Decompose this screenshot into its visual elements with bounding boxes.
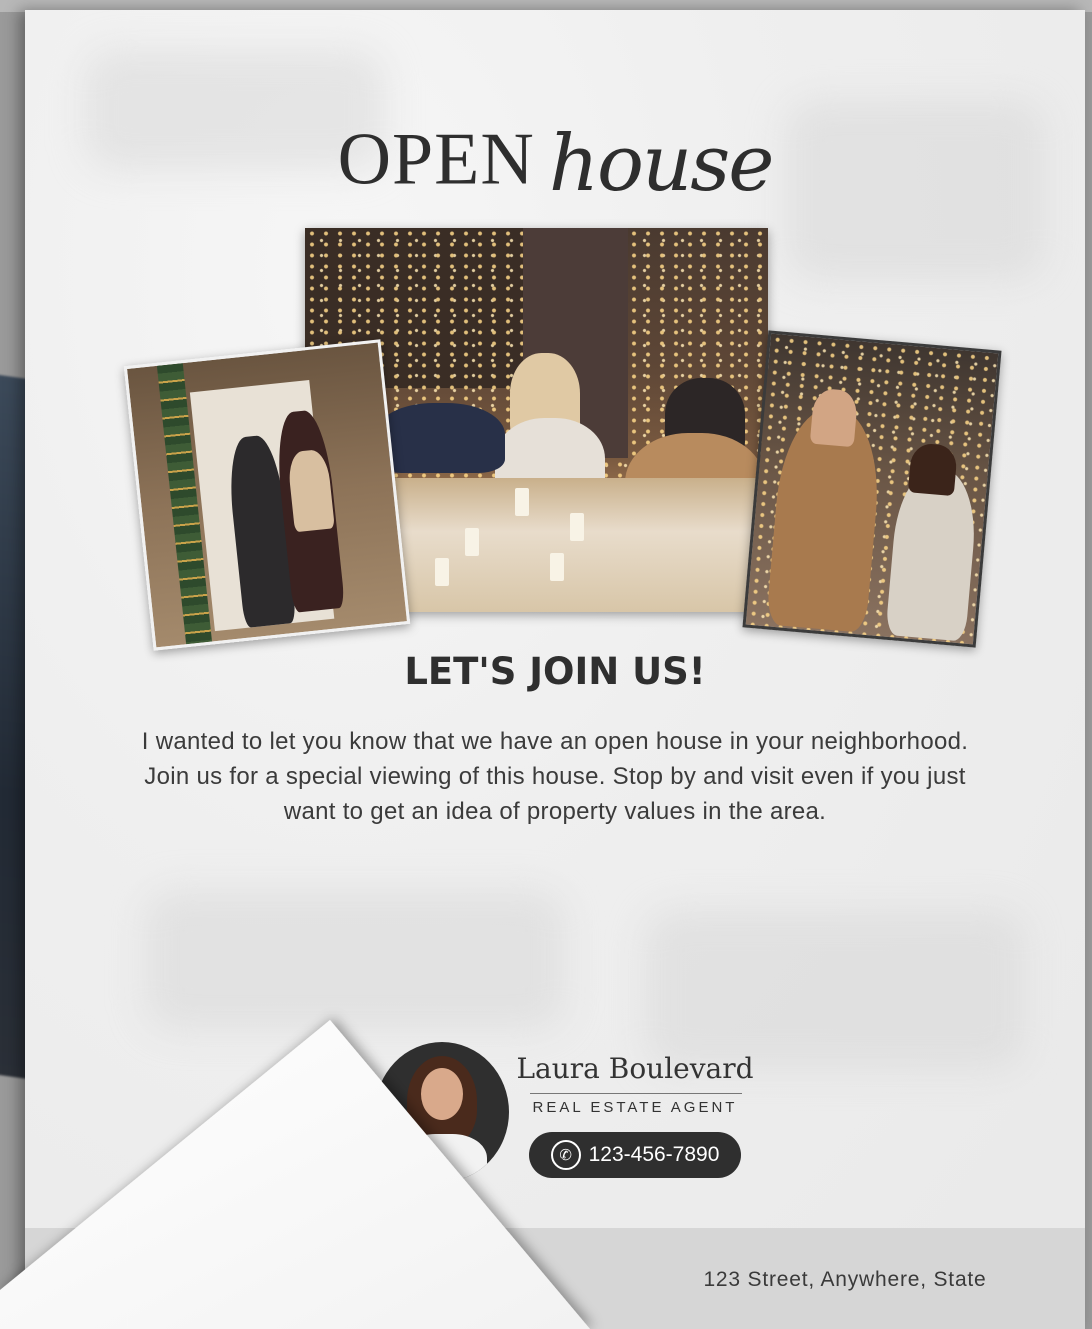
background-blur-shape: [145, 890, 565, 1030]
invitation-text: I wanted to let you know that we have an…: [141, 728, 969, 825]
photo-guest: [375, 403, 505, 473]
avatar-face: [421, 1068, 463, 1120]
agent-divider: [530, 1093, 742, 1094]
heading-open: OPEN: [337, 118, 535, 201]
doorway-greeting-photo: [123, 339, 411, 651]
background-blur-shape: [645, 910, 1025, 1070]
photo-guest: [809, 387, 859, 448]
candle: [570, 513, 584, 541]
heading-house-script: house: [548, 119, 775, 209]
candle: [465, 528, 479, 556]
agent-avatar: [375, 1042, 509, 1182]
open-house-flyer: OPEN house LET'S JOIN US! I wanted to let…: [25, 10, 1085, 1329]
address-text: 123 Street, Anywhere, State: [703, 1268, 987, 1291]
agent-name: Laura Boulevard: [516, 1052, 754, 1085]
avatar-shirt: [401, 1134, 487, 1182]
phone-number: 123-456-7890: [588, 1143, 720, 1166]
photo-guest: [907, 442, 959, 497]
flyer-heading: OPEN house: [25, 115, 1085, 210]
phone-icon: ✆: [550, 1140, 581, 1170]
phone-button[interactable]: ✆ 123-456-7890: [529, 1132, 741, 1178]
join-us-title: LET'S JOIN US!: [404, 650, 706, 693]
agent-title: REAL ESTATE AGENT: [532, 1099, 738, 1116]
candle: [515, 488, 529, 516]
candle: [550, 553, 564, 581]
guests-toast-photo: [742, 330, 1002, 648]
candle: [435, 558, 449, 586]
